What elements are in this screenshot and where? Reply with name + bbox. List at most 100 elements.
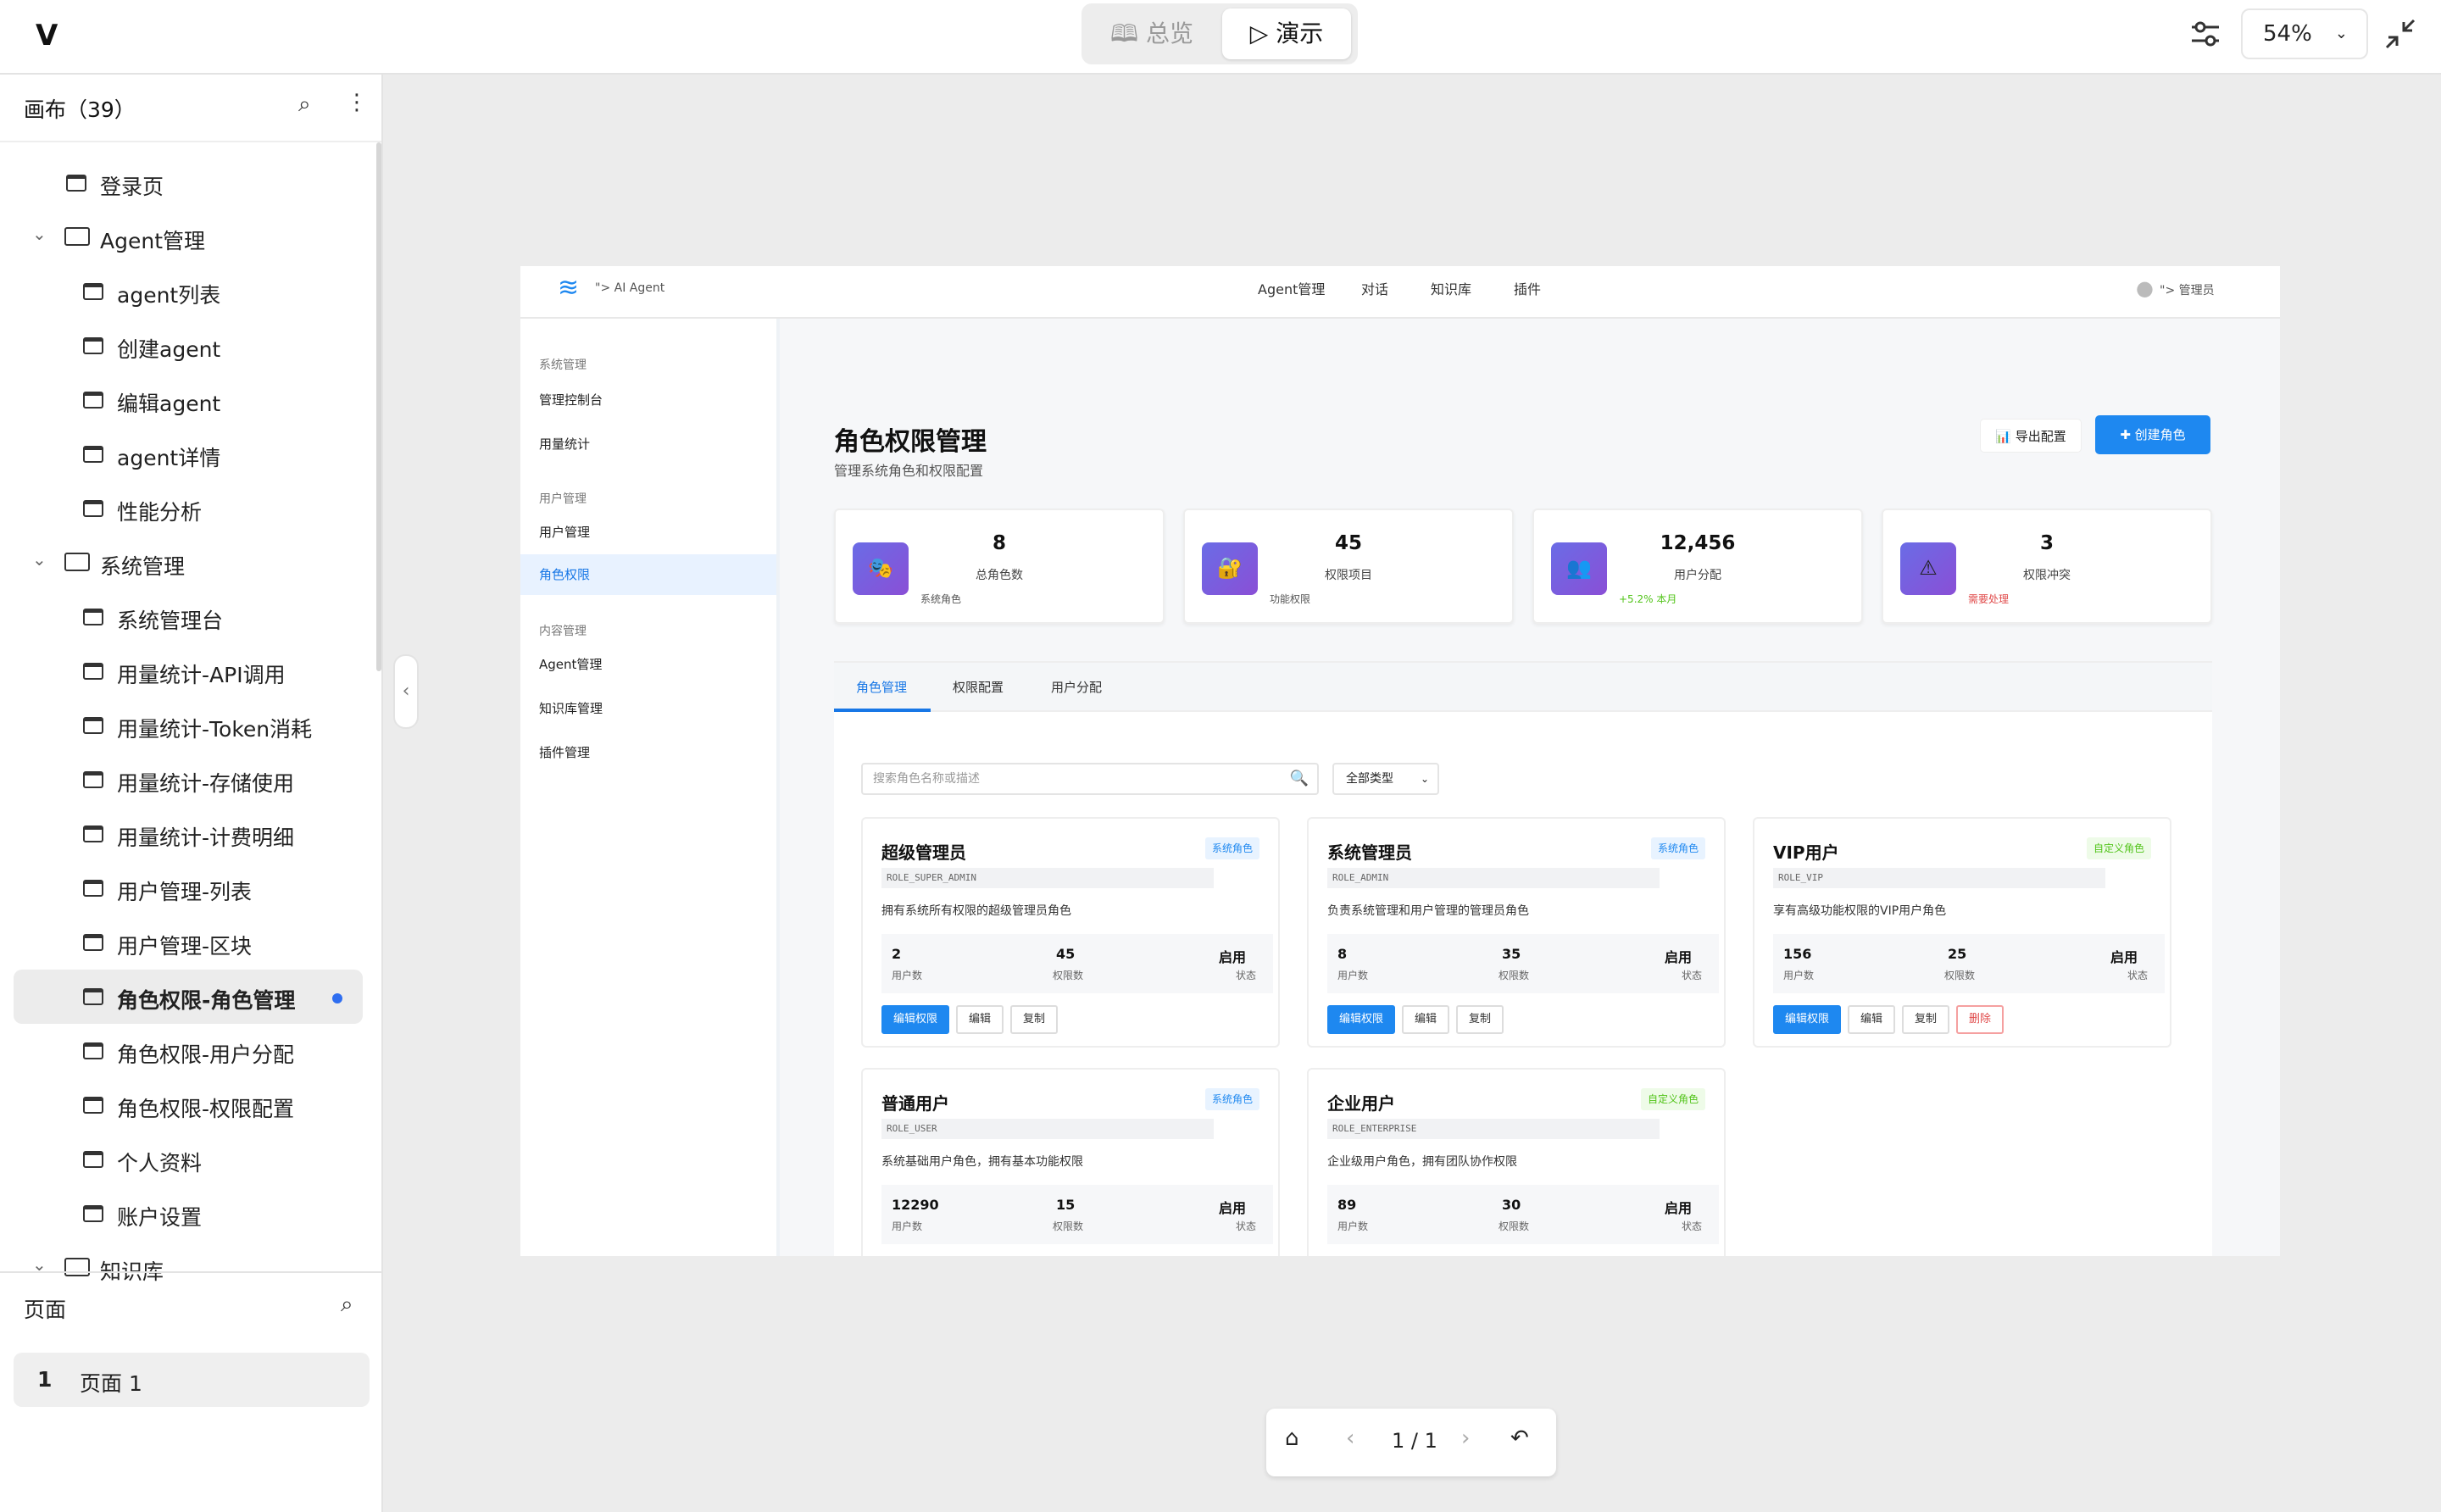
sidebar-item[interactable]: 系统管理台 (14, 590, 363, 644)
canvas-frame: ≋ "> AI Agent Agent管理 对话 知识库 插件 ● "> 管理员… (520, 266, 2280, 1256)
tab-user-assignment[interactable]: 用户分配 (1051, 678, 1102, 696)
presentation-pager: ⌂ ‹ 1 / 1 › ↶ (1266, 1409, 1556, 1476)
top-bar: ⴸ 🕮 总览 ▷ 演示 54% ⌄ (0, 0, 2441, 75)
sidebar-item-label: 用户管理-列表 (117, 880, 253, 904)
sidebar-item[interactable]: 编辑agent (14, 373, 363, 427)
folder-icon (64, 553, 90, 571)
menu-item[interactable]: Agent管理 (520, 644, 776, 685)
edit-permission-button[interactable]: 编辑权限 (881, 1005, 949, 1034)
sidebar-item[interactable]: 用量统计-存储使用 (14, 753, 363, 807)
app-logo[interactable]: ⴸ (36, 19, 58, 53)
tab-bar: 角色管理 权限配置 用户分配 (834, 663, 2212, 712)
user-name[interactable]: "> 管理员 (2160, 281, 2215, 298)
sidebar-item-label: 性能分析 (117, 500, 203, 525)
undo-icon[interactable]: ↶ (1510, 1426, 1529, 1451)
page-icon (83, 988, 103, 1005)
copy-button[interactable]: 复制 (1902, 1005, 1949, 1034)
sidebar-item[interactable]: 创建agent (14, 319, 363, 373)
search-icon: 🔍 (1289, 770, 1309, 787)
settings-sliders-icon[interactable] (2188, 17, 2222, 51)
main-content: 角色权限管理 管理系统角色和权限配置 📊 导出配置 ✚ 创建角色 🎭 8 总角色数系… (780, 319, 2280, 1256)
tab-role-management[interactable]: 角色管理 (856, 678, 907, 696)
page-icon (83, 825, 103, 842)
collapse-sidebar-button[interactable]: ‹ (393, 654, 419, 729)
role-search-input[interactable]: 搜索角色名称或描述 🔍 (861, 763, 1319, 795)
sidebar-item[interactable]: agent列表 (14, 264, 363, 319)
menu-item[interactable]: 角色权限 (520, 554, 776, 595)
sidebar-item[interactable]: ⌄ Agent管理 (14, 210, 363, 264)
search-icon[interactable]: ⌕ (298, 92, 311, 118)
menu-item[interactable]: 插件管理 (520, 732, 776, 773)
sidebar-item[interactable]: ⌄ 知识库 (14, 1241, 363, 1295)
chevron-down-icon[interactable]: ⌄ (32, 549, 47, 570)
create-role-button[interactable]: ✚ 创建角色 (2095, 415, 2210, 454)
sidebar-item[interactable]: 登录页 (14, 156, 363, 210)
edit-button[interactable]: 编辑 (956, 1005, 1004, 1034)
edit-permission-button[interactable]: 编辑权限 (1773, 1005, 1841, 1034)
sidebar-item[interactable]: 用户管理-区块 (14, 915, 363, 970)
export-config-button[interactable]: 📊 导出配置 (1980, 419, 2082, 453)
user-avatar-icon[interactable]: ● (2136, 276, 2154, 300)
edit-button[interactable]: 编辑 (1402, 1005, 1449, 1034)
canvas-count-title: 画布（39） (24, 97, 136, 122)
sidebar-item[interactable]: 角色权限-权限配置 (14, 1078, 363, 1132)
role-stat-label: 状态 (2127, 970, 2149, 981)
sidebar-item[interactable]: ⌄ 系统管理 (14, 536, 363, 590)
page-icon (83, 1042, 103, 1059)
stat-label: 用户分配 (1674, 569, 1721, 582)
sidebar-item-label: 登录页 (100, 175, 164, 199)
role-description: 拥有系统所有权限的超级管理员角色 (881, 904, 1071, 918)
role-card: 企业用户 自定义角色 ROLE_ENTERPRISE 企业级用户角色，拥有团队协作权限… (1307, 1068, 1726, 1256)
menu-item[interactable]: 用量统计 (520, 424, 776, 464)
pages-search-icon[interactable]: ⌕ (341, 1292, 353, 1318)
menu-group-label: 系统管理 (539, 359, 587, 372)
tab-permission-config[interactable]: 权限配置 (953, 678, 1004, 696)
sidebar-item[interactable]: 角色权限-角色管理 (14, 970, 363, 1024)
folder-icon (64, 227, 90, 246)
role-name: 超级管理员 (881, 842, 966, 863)
menu-item[interactable]: 用户管理 (520, 512, 776, 553)
more-vertical-icon[interactable]: ⋮ (346, 90, 368, 115)
sidebar-scrollbar[interactable] (376, 142, 381, 671)
role-stat-label: 状态 (1236, 1220, 1257, 1232)
delete-button[interactable]: 删除 (1956, 1005, 2004, 1034)
sidebar-item[interactable]: 用量统计-Token消耗 (14, 698, 363, 753)
role-stat-value: 30 (1502, 1197, 1521, 1213)
page-item[interactable]: 1 页面 1 (14, 1353, 370, 1407)
active-tab-indicator (834, 709, 931, 712)
sidebar-item[interactable]: 用量统计-API调用 (14, 644, 363, 698)
nav-agent[interactable]: Agent管理 (1258, 278, 1325, 298)
sidebar-item[interactable]: 账户设置 (14, 1187, 363, 1241)
nav-knowledge[interactable]: 知识库 (1431, 278, 1471, 298)
exit-fullscreen-icon[interactable] (2383, 17, 2417, 51)
prev-page-icon[interactable]: ‹ (1346, 1426, 1354, 1451)
menu-item[interactable]: 管理控制台 (520, 380, 776, 420)
sidebar-item[interactable]: 角色权限-用户分配 (14, 1024, 363, 1078)
sidebar-item[interactable]: agent详情 (14, 427, 363, 481)
present-tab[interactable]: ▷ 演示 (1222, 8, 1351, 59)
nav-plugins[interactable]: 插件 (1514, 278, 1541, 298)
nav-chat[interactable]: 对话 (1361, 278, 1388, 298)
overview-label: 总览 (1145, 19, 1193, 47)
copy-button[interactable]: 复制 (1456, 1005, 1504, 1034)
role-type-select[interactable]: 全部类型 ⌄ (1332, 763, 1439, 795)
role-stat-value: 15 (1056, 1197, 1076, 1213)
next-page-icon[interactable]: › (1461, 1426, 1470, 1451)
sidebar-item[interactable]: 性能分析 (14, 481, 363, 536)
sidebar-item-label: 用量统计-API调用 (117, 663, 286, 687)
copy-button[interactable]: 复制 (1010, 1005, 1058, 1034)
page-icon (83, 1205, 103, 1222)
edit-button[interactable]: 编辑 (1848, 1005, 1895, 1034)
chevron-down-icon[interactable]: ⌄ (32, 224, 47, 244)
edit-permission-button[interactable]: 编辑权限 (1327, 1005, 1395, 1034)
pages-title: 页面 (24, 1298, 67, 1322)
sidebar-item[interactable]: 用户管理-列表 (14, 861, 363, 915)
sidebar-item[interactable]: 用量统计-计费明细 (14, 807, 363, 861)
sidebar-item[interactable]: 个人资料 (14, 1132, 363, 1187)
zoom-select[interactable]: 54% ⌄ (2241, 8, 2368, 59)
sidebar-item-label: 编辑agent (117, 392, 221, 416)
page-name: 页面 1 (80, 1371, 142, 1396)
menu-item[interactable]: 知识库管理 (520, 688, 776, 729)
home-icon[interactable]: ⌂ (1285, 1426, 1299, 1451)
overview-tab[interactable]: 🕮 总览 (1088, 8, 1215, 59)
